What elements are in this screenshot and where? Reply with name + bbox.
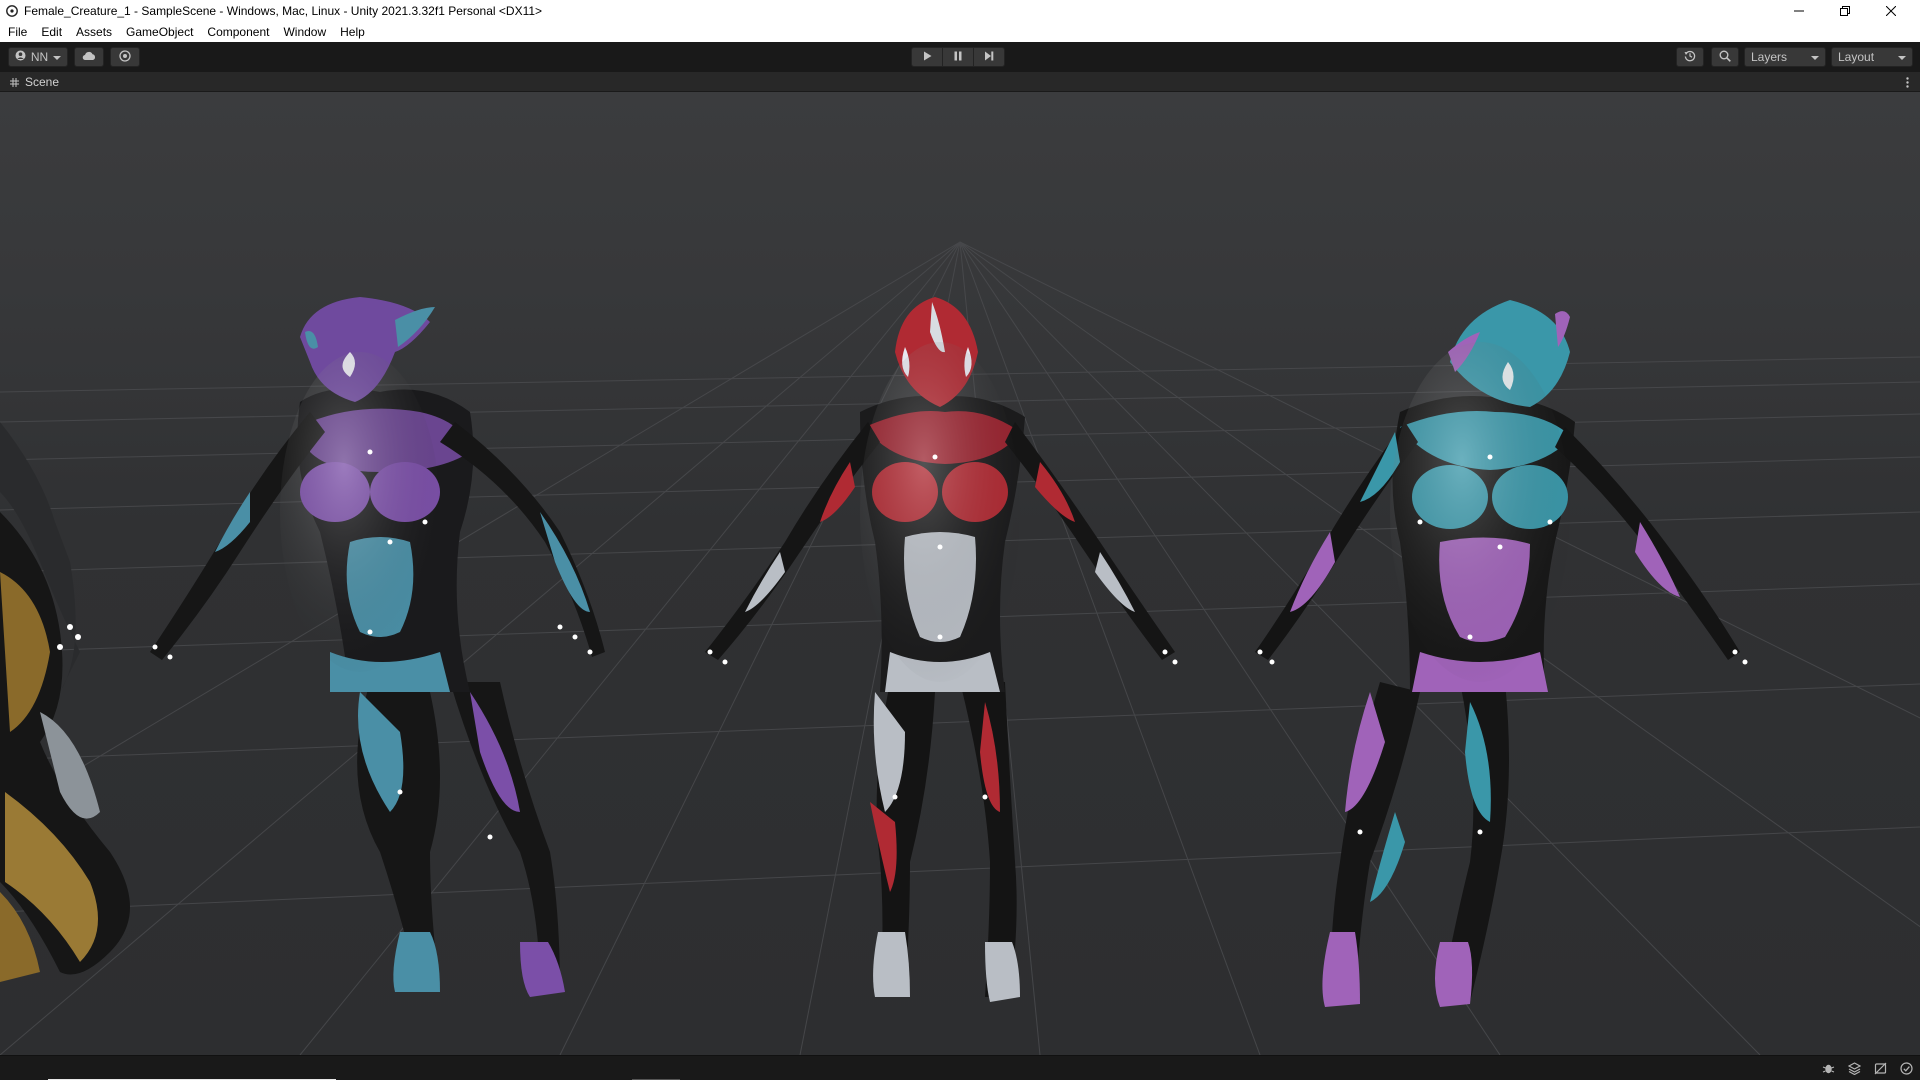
- pause-icon: [953, 50, 963, 64]
- character-teal-purple[interactable]: [1255, 300, 1748, 1007]
- scene-render: [0, 241, 1920, 1055]
- pause-button[interactable]: [942, 47, 974, 67]
- menu-gameobject[interactable]: GameObject: [119, 22, 200, 42]
- minimize-icon[interactable]: [1776, 0, 1822, 22]
- step-icon: [984, 50, 994, 64]
- scene-tab-bar: Scene: [0, 72, 1920, 92]
- search-button[interactable]: [1711, 47, 1739, 67]
- status-bar: [0, 1055, 1920, 1080]
- title-bar: Female_Creature_1 - SampleScene - Window…: [0, 0, 1920, 22]
- menu-file[interactable]: File: [0, 22, 34, 42]
- layout-label: Layout: [1838, 50, 1875, 64]
- layers-label: Layers: [1751, 50, 1788, 64]
- unity-logo-icon: [4, 3, 20, 19]
- collab-icon: [119, 49, 131, 65]
- chevron-down-icon: [1898, 50, 1906, 64]
- main-toolbar: NN Layers Layout: [0, 42, 1920, 72]
- chevron-down-icon: [1811, 50, 1819, 64]
- account-icon: [15, 50, 26, 64]
- check-circle-icon[interactable]: [1898, 1060, 1914, 1076]
- character-purple-teal[interactable]: [150, 297, 605, 997]
- cache-server-icon[interactable]: [1872, 1060, 1888, 1076]
- undo-history-button[interactable]: [1676, 47, 1704, 67]
- cloud-icon: [82, 50, 96, 64]
- menu-component[interactable]: Component: [200, 22, 276, 42]
- tab-scene[interactable]: Scene: [4, 72, 67, 92]
- play-controls: [911, 47, 1005, 67]
- play-button[interactable]: [911, 47, 943, 67]
- close-icon[interactable]: [1868, 0, 1914, 22]
- tab-scene-label: Scene: [25, 75, 60, 89]
- chevron-down-icon: [53, 50, 61, 64]
- bug-icon[interactable]: [1820, 1060, 1836, 1076]
- menu-window[interactable]: Window: [276, 22, 333, 42]
- scene-viewport[interactable]: [0, 92, 1920, 1055]
- collab-button[interactable]: [110, 47, 140, 67]
- step-button[interactable]: [973, 47, 1005, 67]
- layers-dropdown[interactable]: Layers: [1744, 47, 1826, 67]
- account-dropdown[interactable]: NN: [8, 47, 68, 67]
- layout-dropdown[interactable]: Layout: [1831, 47, 1913, 67]
- menu-edit[interactable]: Edit: [34, 22, 69, 42]
- restore-icon[interactable]: [1822, 0, 1868, 22]
- layers-stack-icon[interactable]: [1846, 1060, 1862, 1076]
- menu-bar: File Edit Assets GameObject Component Wi…: [0, 22, 1920, 42]
- window-title: Female_Creature_1 - SampleScene - Window…: [24, 4, 543, 18]
- more-options-icon[interactable]: [1902, 75, 1912, 89]
- character-left-gold[interactable]: [0, 422, 130, 982]
- search-icon: [1719, 50, 1731, 65]
- menu-help[interactable]: Help: [333, 22, 372, 42]
- account-label: NN: [30, 50, 49, 64]
- grid-hash-icon: [10, 77, 19, 87]
- history-icon: [1684, 50, 1696, 65]
- menu-assets[interactable]: Assets: [69, 22, 119, 42]
- unity-editor-window: Female_Creature_1 - SampleScene - Window…: [0, 0, 1920, 1080]
- character-red-silver[interactable]: [705, 297, 1178, 1002]
- cloud-button[interactable]: [74, 47, 104, 67]
- play-icon: [922, 50, 932, 64]
